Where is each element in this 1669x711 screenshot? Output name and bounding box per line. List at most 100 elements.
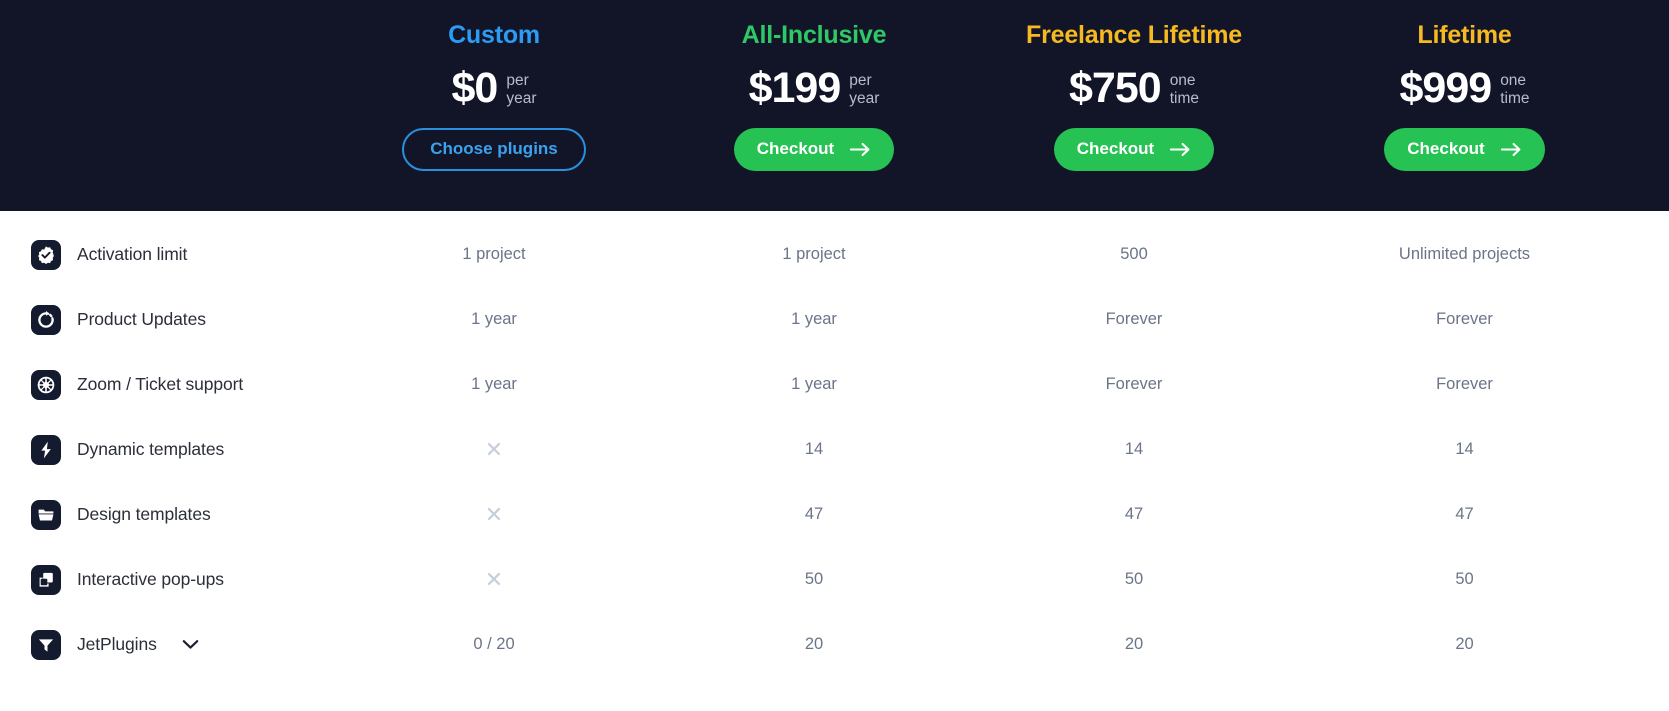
feature-value-freelance-lifetime: 50 xyxy=(1124,570,1144,588)
feature-value-lifetime: 20 xyxy=(1455,635,1474,653)
plan-price-period: per year xyxy=(849,69,879,108)
feature-value-lifetime: 50 xyxy=(1455,570,1474,588)
plan-price-period-line2: time xyxy=(1169,89,1199,107)
table-row: Activation limit 1 project 1 project 500… xyxy=(0,222,1669,287)
plan-column-custom: Custom $0 per year Choose plugins xyxy=(334,0,654,211)
feature-label-cell: Interactive pop-ups xyxy=(0,564,334,595)
refresh-dashed-icon xyxy=(31,304,61,335)
table-row: Interactive pop-ups ✕ 50 50 50 xyxy=(0,547,1669,612)
feature-value-all-inclusive: 14 xyxy=(804,440,824,458)
chevron-down-icon[interactable] xyxy=(182,639,199,650)
feature-value-all-inclusive: 20 xyxy=(804,635,824,653)
plan-name: All-Inclusive xyxy=(741,21,887,49)
feature-value-lifetime: 47 xyxy=(1455,505,1474,523)
plan-price-amount: $999 xyxy=(1399,63,1493,112)
plan-price-amount: $750 xyxy=(1069,63,1162,112)
feature-value-all-inclusive: 1 year xyxy=(791,375,837,393)
feature-value-lifetime: Unlimited projects xyxy=(1398,245,1531,263)
cta-label: Choose plugins xyxy=(430,139,558,158)
cta-label: Checkout xyxy=(1407,139,1485,158)
plan-price-row: $750 one time xyxy=(1069,63,1199,112)
feature-label: Design templates xyxy=(77,504,211,524)
arrow-right-icon xyxy=(850,142,871,157)
cta-label: Checkout xyxy=(1076,139,1155,158)
plan-name: Custom xyxy=(448,21,540,49)
feature-value-freelance-lifetime: 47 xyxy=(1124,505,1144,523)
feature-value-custom: 1 year xyxy=(471,375,517,393)
windows-stack-icon xyxy=(31,564,61,595)
feature-value-freelance-lifetime: 20 xyxy=(1124,635,1144,653)
plan-price-period-line1: per xyxy=(849,71,872,89)
feature-label-cell: Design templates xyxy=(0,499,334,530)
feature-value-freelance-lifetime: Forever xyxy=(1105,310,1163,328)
plan-price-period-line1: per xyxy=(506,71,529,89)
cta-label: Checkout xyxy=(756,139,835,158)
feature-label: Activation limit xyxy=(77,244,188,264)
feature-value-lifetime: Forever xyxy=(1436,375,1493,393)
feature-value-all-inclusive: 1 year xyxy=(791,310,837,328)
plan-column-all-inclusive: All-Inclusive $199 per year Checkout xyxy=(654,0,974,211)
feature-value-lifetime: Forever xyxy=(1436,310,1493,328)
plan-price-period: one time xyxy=(1170,69,1199,108)
plan-name: Freelance Lifetime xyxy=(1026,21,1242,49)
feature-label: Product Updates xyxy=(77,309,206,329)
choose-plugins-button[interactable]: Choose plugins xyxy=(402,127,586,171)
table-row: JetPlugins 0 / 20 20 20 20 xyxy=(0,612,1669,677)
feature-value-freelance-lifetime: 500 xyxy=(1120,245,1148,263)
plan-column-lifetime: Lifetime $999 one time Checkout xyxy=(1294,0,1635,211)
feature-label: JetPlugins xyxy=(77,634,157,654)
plan-price-row: $999 one time xyxy=(1399,63,1530,112)
plan-price-period: one time xyxy=(1500,69,1529,108)
plan-name: Lifetime xyxy=(1417,21,1512,49)
feature-value-custom: ✕ xyxy=(484,436,504,462)
feature-value-all-inclusive: 50 xyxy=(804,570,824,588)
feature-value-lifetime: 14 xyxy=(1455,440,1474,458)
lightning-bolt-icon xyxy=(31,434,61,465)
feature-comparison-table: Activation limit 1 project 1 project 500… xyxy=(0,211,1669,711)
header-feature-column-spacer xyxy=(0,0,334,211)
feature-label: Zoom / Ticket support xyxy=(77,374,244,394)
arrow-right-icon xyxy=(1170,142,1191,157)
plan-price-period-line1: one xyxy=(1500,71,1527,89)
feature-value-custom: ✕ xyxy=(484,566,504,592)
table-row: Dynamic templates ✕ 14 14 14 xyxy=(0,417,1669,482)
feature-value-all-inclusive: 1 project xyxy=(782,245,846,263)
feature-label: Interactive pop-ups xyxy=(77,569,224,589)
table-row: Zoom / Ticket support 1 year 1 year Fore… xyxy=(0,352,1669,417)
funnel-icon xyxy=(31,629,61,660)
feature-value-custom: 1 project xyxy=(462,245,526,263)
feature-value-custom: ✕ xyxy=(484,501,504,527)
plan-price-row: $199 per year xyxy=(748,63,880,112)
badge-check-icon xyxy=(31,239,61,270)
plan-price-period-line1: one xyxy=(1169,71,1196,89)
arrow-right-icon xyxy=(1500,142,1522,157)
feature-label-cell: Activation limit xyxy=(0,239,334,270)
folder-icon xyxy=(31,499,61,530)
feature-label-cell: JetPlugins xyxy=(0,629,334,660)
plan-price-period: per year xyxy=(506,69,536,108)
pricing-comparison-page: Custom $0 per year Choose plugins All-In… xyxy=(0,0,1669,711)
lifebuoy-icon xyxy=(31,369,61,400)
plans-header: Custom $0 per year Choose plugins All-In… xyxy=(0,0,1669,211)
feature-value-freelance-lifetime: Forever xyxy=(1105,375,1163,393)
feature-value-custom: 1 year xyxy=(471,310,517,328)
feature-label: Dynamic templates xyxy=(77,439,225,459)
plan-price-period-line2: time xyxy=(1500,89,1530,107)
checkout-button-freelance-lifetime[interactable]: Checkout xyxy=(1053,127,1215,171)
plan-price-row: $0 per year xyxy=(451,63,537,112)
checkout-button-lifetime[interactable]: Checkout xyxy=(1384,127,1545,171)
feature-value-custom: 0 / 20 xyxy=(473,635,515,653)
plan-price-amount: $0 xyxy=(451,63,499,112)
feature-label-cell: Zoom / Ticket support xyxy=(0,369,334,400)
feature-value-all-inclusive: 47 xyxy=(804,505,824,523)
feature-value-freelance-lifetime: 14 xyxy=(1124,440,1144,458)
checkout-button-all-inclusive[interactable]: Checkout xyxy=(733,127,895,171)
plan-price-period-line2: year xyxy=(849,89,880,107)
feature-label-cell: Product Updates xyxy=(0,304,334,335)
table-row: Product Updates 1 year 1 year Forever Fo… xyxy=(0,287,1669,352)
plan-price-amount: $199 xyxy=(748,63,842,112)
table-row: Design templates ✕ 47 47 47 xyxy=(0,482,1669,547)
plan-column-freelance-lifetime: Freelance Lifetime $750 one time Checkou… xyxy=(974,0,1294,211)
feature-label-cell: Dynamic templates xyxy=(0,434,334,465)
plan-price-period-line2: year xyxy=(506,89,537,107)
